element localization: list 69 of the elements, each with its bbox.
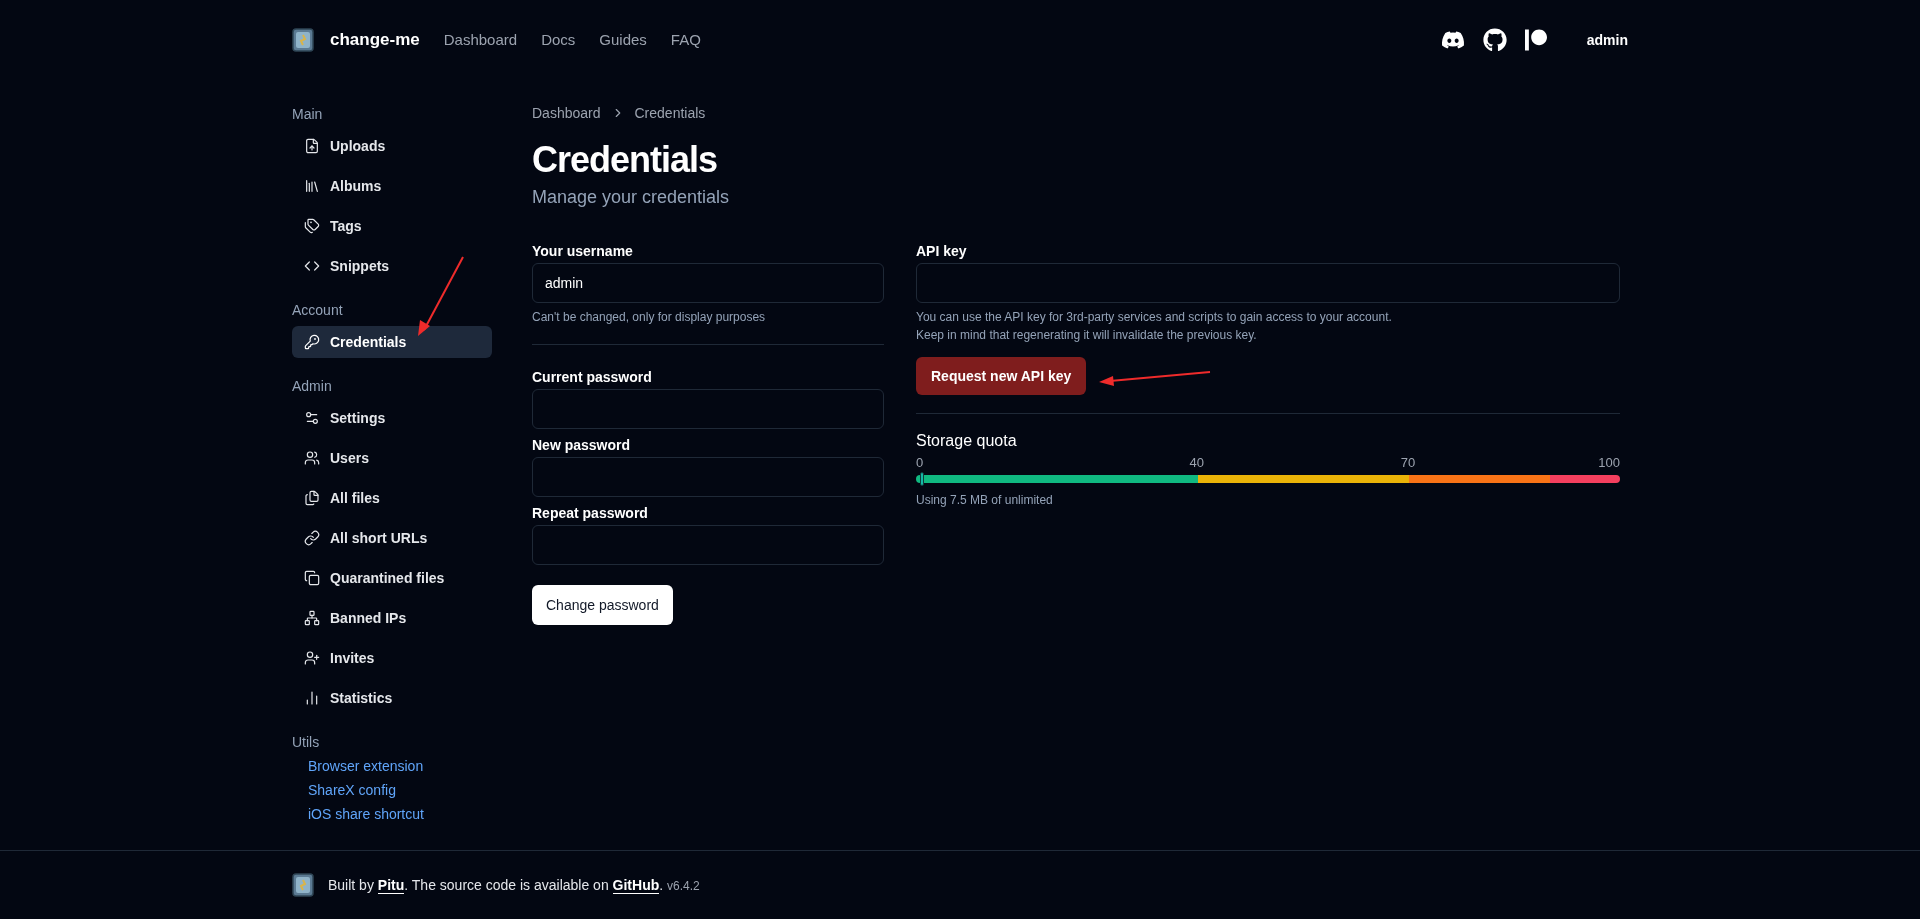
sidebar-item[interactable]: Albums [292,170,492,202]
network-icon [304,610,320,626]
section-heading: Main [292,105,324,124]
sidebar-item[interactable]: Uploads [292,130,492,162]
help-text: You can use the API key for 3rd-party services and scripts to gain access to your account. [916,309,1393,326]
sidebar-item[interactable]: Invites [292,642,492,674]
sidebar-item[interactable]: Quarantined files [292,562,492,594]
field-label: Current password [532,368,653,387]
nav-link[interactable]: Guides [599,28,647,52]
field-hint: Can't be changed, only for display purposes [532,309,767,326]
file-upload-icon [304,138,320,154]
bar-chart-icon [304,690,320,706]
patreon-icon[interactable] [1524,29,1547,51]
change-password-button[interactable]: Change password [532,585,673,625]
usage-text: Using 7.5 MB of unlimited [916,492,1054,509]
scale-tick-label: 100 [1598,454,1620,472]
storage-title: Storage quota [916,431,1018,451]
logo-icon [292,873,314,897]
code-icon [304,258,320,274]
field-label: API key [916,242,968,261]
sidebar-item[interactable]: All short URLs [292,522,492,554]
github-icon[interactable] [1482,28,1507,52]
user-menu[interactable]: admin [1586,29,1628,51]
tags-icon [304,218,320,234]
sidebar-item[interactable]: Tags [292,210,492,242]
sidebar-item[interactable]: Users [292,442,492,474]
brand-name[interactable]: change-me [330,27,420,53]
utility-link[interactable]: ShareX config [308,778,396,802]
user-plus-icon [304,650,320,666]
password-field[interactable] [532,457,884,497]
field-label: Repeat password [532,504,649,523]
files-icon [304,570,320,586]
nav-link[interactable]: Dashboard [443,28,518,52]
field-label: Your username [532,242,634,261]
utility-link[interactable]: iOS share shortcut [308,802,424,826]
scale-tick-label: 40 [1189,454,1205,472]
password-field[interactable] [532,525,884,565]
sidebar-item[interactable]: All files [292,482,492,514]
sliders-icon [304,410,320,426]
scale-tick-label: 70 [1400,454,1416,472]
files-icon [304,490,320,506]
nav-link[interactable]: FAQ [670,28,701,52]
sidebar-item[interactable]: Settings [292,402,492,434]
page-subtitle: Manage your credentials [532,186,731,209]
library-icon [304,178,320,194]
breadcrumb-link[interactable]: Credentials [634,102,706,124]
section-heading: Utils [292,733,321,752]
key-icon [304,334,320,350]
request-api-key-button[interactable]: Request new API key [916,357,1087,395]
footer-text: Built by Pitu. The source code is available on GitHub. v6.4.2 [328,875,700,896]
section-heading: Account [292,301,344,320]
logo-icon [292,28,314,52]
users-icon [304,450,320,466]
api-key-field[interactable] [916,263,1620,303]
sidebar-item[interactable]: Banned IPs [292,602,492,634]
password-field[interactable] [532,389,884,429]
nav-link[interactable]: Docs [541,28,576,52]
section-heading: Admin [292,377,333,396]
scale-tick-label: 0 [916,454,924,472]
help-text: Keep in mind that regenerating it will invalidate the previous key. [916,327,1258,344]
sidebar-item[interactable]: Statistics [292,682,492,714]
page-title: Credentials [532,140,719,180]
link-icon [304,530,320,546]
sidebar-item[interactable]: Credentials [292,326,492,358]
sidebar-item[interactable]: Snippets [292,250,492,282]
field-label: New password [532,436,632,455]
username-field[interactable]: admin [532,263,884,303]
utility-link[interactable]: Browser extension [308,754,424,778]
breadcrumb-link[interactable]: Dashboard [532,102,601,124]
